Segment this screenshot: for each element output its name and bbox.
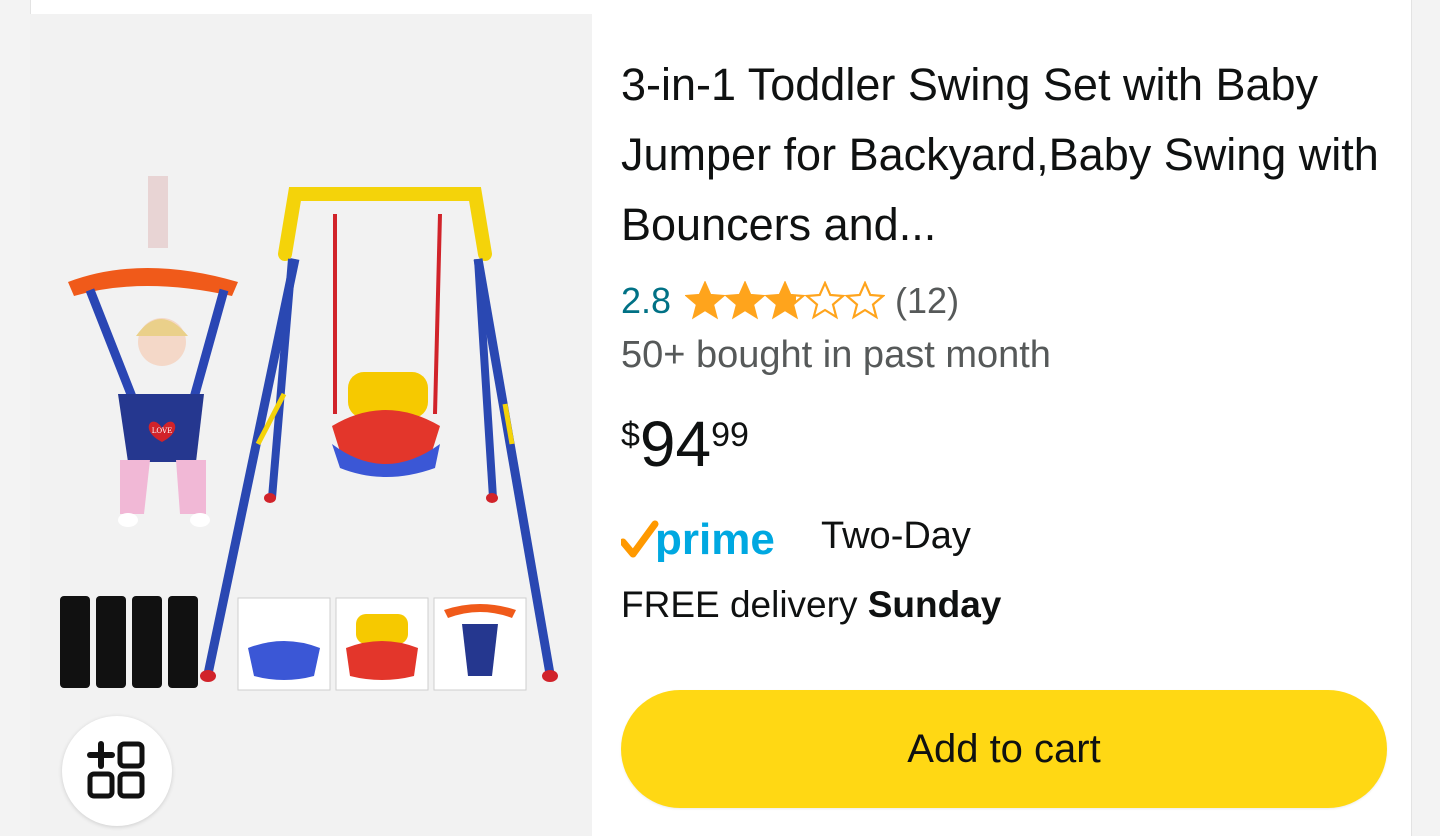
delivery-day: Sunday	[867, 584, 1002, 625]
bought-in-past-month: 50+ bought in past month	[621, 334, 1051, 376]
price-fraction: 99	[711, 416, 749, 454]
price-whole: 94	[639, 408, 712, 480]
rating-row[interactable]: 2.8 (12)	[621, 276, 959, 326]
visual-search-button[interactable]	[62, 716, 172, 826]
delivery-info: FREE delivery Sunday	[621, 584, 1001, 626]
product-image-panel[interactable]: LOVE	[30, 14, 592, 836]
add-to-cart-button[interactable]: Add to cart	[621, 690, 1387, 808]
prime-logo: prime	[621, 515, 775, 562]
delivery-prefix: FREE delivery	[621, 584, 868, 625]
prime-speed: Two-Day	[821, 514, 971, 557]
star-icon	[725, 281, 766, 320]
price-symbol: $	[621, 416, 640, 454]
star-icon	[845, 281, 886, 320]
star-icon	[765, 281, 806, 320]
star-rating[interactable]	[685, 281, 886, 321]
jumper-love-label: LOVE	[152, 427, 172, 435]
prime-label: prime	[655, 515, 775, 562]
rating-value[interactable]: 2.8	[621, 280, 671, 322]
product-title[interactable]: 3-in-1 Toddler Swing Set with Baby Jumpe…	[621, 50, 1381, 260]
prime-delivery: prime Two-Day	[621, 510, 971, 562]
review-count[interactable]: (12)	[895, 280, 959, 322]
product-price: $ 94 99	[621, 408, 749, 480]
star-icon	[685, 281, 726, 320]
product-image[interactable]: LOVE	[30, 14, 592, 836]
add-grid-icon	[87, 741, 145, 799]
prime-check-icon	[621, 520, 659, 558]
star-icon	[805, 281, 846, 320]
